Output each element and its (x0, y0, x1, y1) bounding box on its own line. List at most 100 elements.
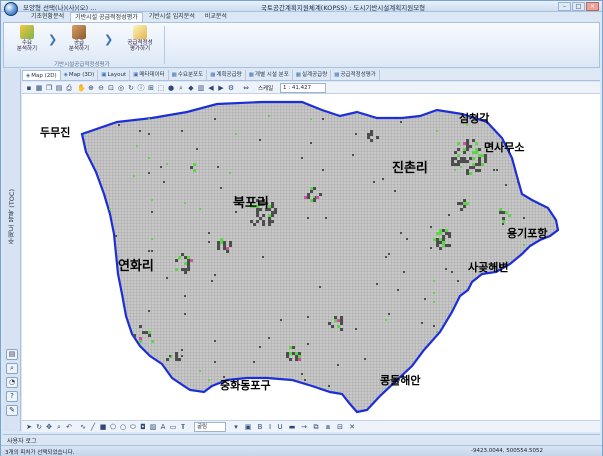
settlement-cell (220, 241, 223, 244)
zoom-out-icon[interactable]: ⊖ (97, 84, 105, 92)
ungroup-icon[interactable]: ⧈ (324, 423, 332, 431)
underline-icon[interactable]: U (276, 423, 284, 431)
arrow-style-icon[interactable]: → (300, 423, 308, 431)
tab-user-log[interactable]: 사용자 로그 (7, 436, 37, 445)
tab-planned-supply[interactable]: ▦계획공급량 (207, 70, 246, 80)
settlement-cell (316, 196, 319, 199)
search-icon[interactable]: ⌕ (6, 363, 18, 374)
group-icon[interactable]: ⧉ (312, 423, 320, 431)
settlement-cell (376, 283, 378, 285)
supply-analysis-button[interactable]: 공급 분석하기 (62, 25, 96, 57)
pan-icon[interactable]: ✋ (77, 84, 86, 92)
settings-icon[interactable]: ⚙ (227, 84, 235, 92)
line-color-icon[interactable]: ▬ (288, 423, 296, 431)
zoom-box-icon[interactable]: ⊡ (107, 84, 115, 92)
settlement-cell (436, 331, 438, 333)
refresh-icon[interactable]: ↻ (127, 84, 135, 92)
quick-access-toolbar[interactable]: 모양형 선택(나)(사)(오) ... (23, 2, 96, 12)
circle-icon[interactable]: ○ (119, 423, 127, 431)
tab-map-3d[interactable]: ◈Map (3D) (61, 70, 99, 80)
settlement-cell (475, 151, 478, 154)
settlement-cell (445, 232, 448, 235)
maximize-icon[interactable]: □ (572, 2, 585, 11)
tab-supply-adequacy-eval[interactable]: ▦공급적정성평가 (331, 70, 380, 80)
select-icon[interactable]: ⬚ (157, 84, 165, 92)
tab-basic-analysis[interactable]: 기초현황분석 (27, 12, 68, 22)
settlement-cell (181, 355, 183, 357)
font-size-icon[interactable]: ▾ (232, 423, 240, 431)
tab-metadata[interactable]: ▣메타데이터 (130, 70, 169, 80)
settlement-cell (271, 214, 274, 217)
pointer-icon[interactable]: ➤ (25, 423, 33, 431)
minimize-icon[interactable]: – (558, 2, 571, 11)
tab-location-analysis[interactable]: 기반시설 입지분석 (145, 12, 199, 22)
settlement-cell (109, 208, 111, 210)
tab-actual-supply[interactable]: ▦실계공급량 (293, 70, 332, 80)
tab-comparison[interactable]: 비교분석 (201, 12, 231, 22)
measure-icon[interactable]: ⊞ (147, 84, 155, 92)
ellipse-icon[interactable]: ⬭ (129, 423, 137, 431)
layer-icon[interactable]: ◆ (187, 84, 195, 92)
edit-vertices-icon[interactable]: ✥ (45, 423, 53, 431)
save-icon[interactable]: ▪ (25, 84, 33, 92)
settlement-cell (214, 340, 216, 342)
application-menu-button[interactable] (4, 2, 18, 16)
fill-color-icon[interactable]: ▣ (244, 423, 252, 431)
layers-icon[interactable]: ▤ (6, 349, 18, 360)
font-icon[interactable]: 𝐓 (179, 423, 187, 431)
line-icon[interactable]: ╱ (89, 423, 97, 431)
tab-demand-distribution[interactable]: ▦수요분포도 (169, 70, 208, 80)
undo-icon[interactable]: ↶ (65, 423, 73, 431)
map-canvas[interactable]: 두무진 심청각 면사무소 진촌리 북포리 용기포항 연화리 사곶해변 콩돌해안 … (22, 94, 600, 420)
font-select[interactable]: 굴림 (194, 422, 226, 432)
bold-icon[interactable]: B (256, 423, 264, 431)
settlement-cell (151, 211, 153, 213)
query-icon[interactable]: ? (6, 391, 18, 402)
identify-icon[interactable]: ⓘ (137, 84, 145, 92)
rotate-icon[interactable]: ↻ (35, 423, 43, 431)
settlement-cell (163, 181, 165, 183)
print-icon[interactable]: ⎙ (65, 84, 73, 92)
italic-icon[interactable]: I (266, 423, 274, 431)
tab-facility-distribution[interactable]: ▦개별 시설 분포 (246, 70, 293, 80)
scale-input[interactable]: 1 : 41,427 (280, 83, 326, 93)
marker-icon[interactable]: ◘ (139, 423, 147, 431)
tab-layout[interactable]: ▣Layout (98, 70, 131, 80)
zoom-in-icon[interactable]: ⊕ (87, 84, 95, 92)
forward-icon[interactable]: ▶ (217, 84, 225, 92)
image-icon[interactable]: ▨ (149, 423, 157, 431)
toc-panel-tab[interactable]: 주제도 목록 (TOC) (7, 189, 17, 244)
settlement-cell (400, 121, 402, 123)
copy-icon[interactable]: ❐ (45, 84, 53, 92)
close-icon[interactable]: × (586, 2, 599, 11)
rectangle-icon[interactable]: ■ (99, 423, 107, 431)
polygon-icon[interactable]: ⬠ (109, 423, 117, 431)
status-bar: 3개의 피처가 선택되었습니다. -9423.0044, 500554.5052 (1, 445, 602, 456)
settlement-cell (466, 142, 469, 145)
settlement-cell (310, 199, 313, 202)
full-extent-icon[interactable]: ◎ (117, 84, 125, 92)
search-icon[interactable]: ⌕ (177, 84, 185, 92)
info-icon[interactable]: ● (167, 84, 175, 92)
chart-icon[interactable]: ▥ (197, 84, 205, 92)
zoom-icon[interactable]: ⌕ (55, 423, 63, 431)
tools-icon[interactable]: ✎ (6, 405, 18, 416)
paste-icon[interactable]: ▤ (55, 84, 63, 92)
demand-analysis-icon (20, 25, 34, 39)
back-icon[interactable]: ◀ (207, 84, 215, 92)
text-icon[interactable]: A (159, 423, 167, 431)
demand-analysis-button[interactable]: 수요 분석하기 (10, 25, 44, 57)
table-icon[interactable]: ▦ (35, 84, 43, 92)
tab-map-2d[interactable]: ◈Map (2D) (22, 70, 61, 80)
delete-icon[interactable]: ✕ (348, 423, 356, 431)
callout-icon[interactable]: ▭ (169, 423, 177, 431)
settlement-cell (268, 217, 271, 220)
analysis-icon[interactable]: ◔ (6, 377, 18, 388)
curve-icon[interactable]: ∿ (79, 423, 87, 431)
adequacy-eval-button[interactable]: 공급적정성 평가하기 (120, 25, 160, 57)
tab-supply-adequacy[interactable]: 기반시설 공급적정성평가 (70, 12, 143, 22)
tab-label: 계획공급량 (216, 72, 242, 78)
align-icon[interactable]: ⊟ (336, 423, 344, 431)
settlement-cell (454, 169, 456, 171)
settlement-cell (286, 355, 289, 358)
